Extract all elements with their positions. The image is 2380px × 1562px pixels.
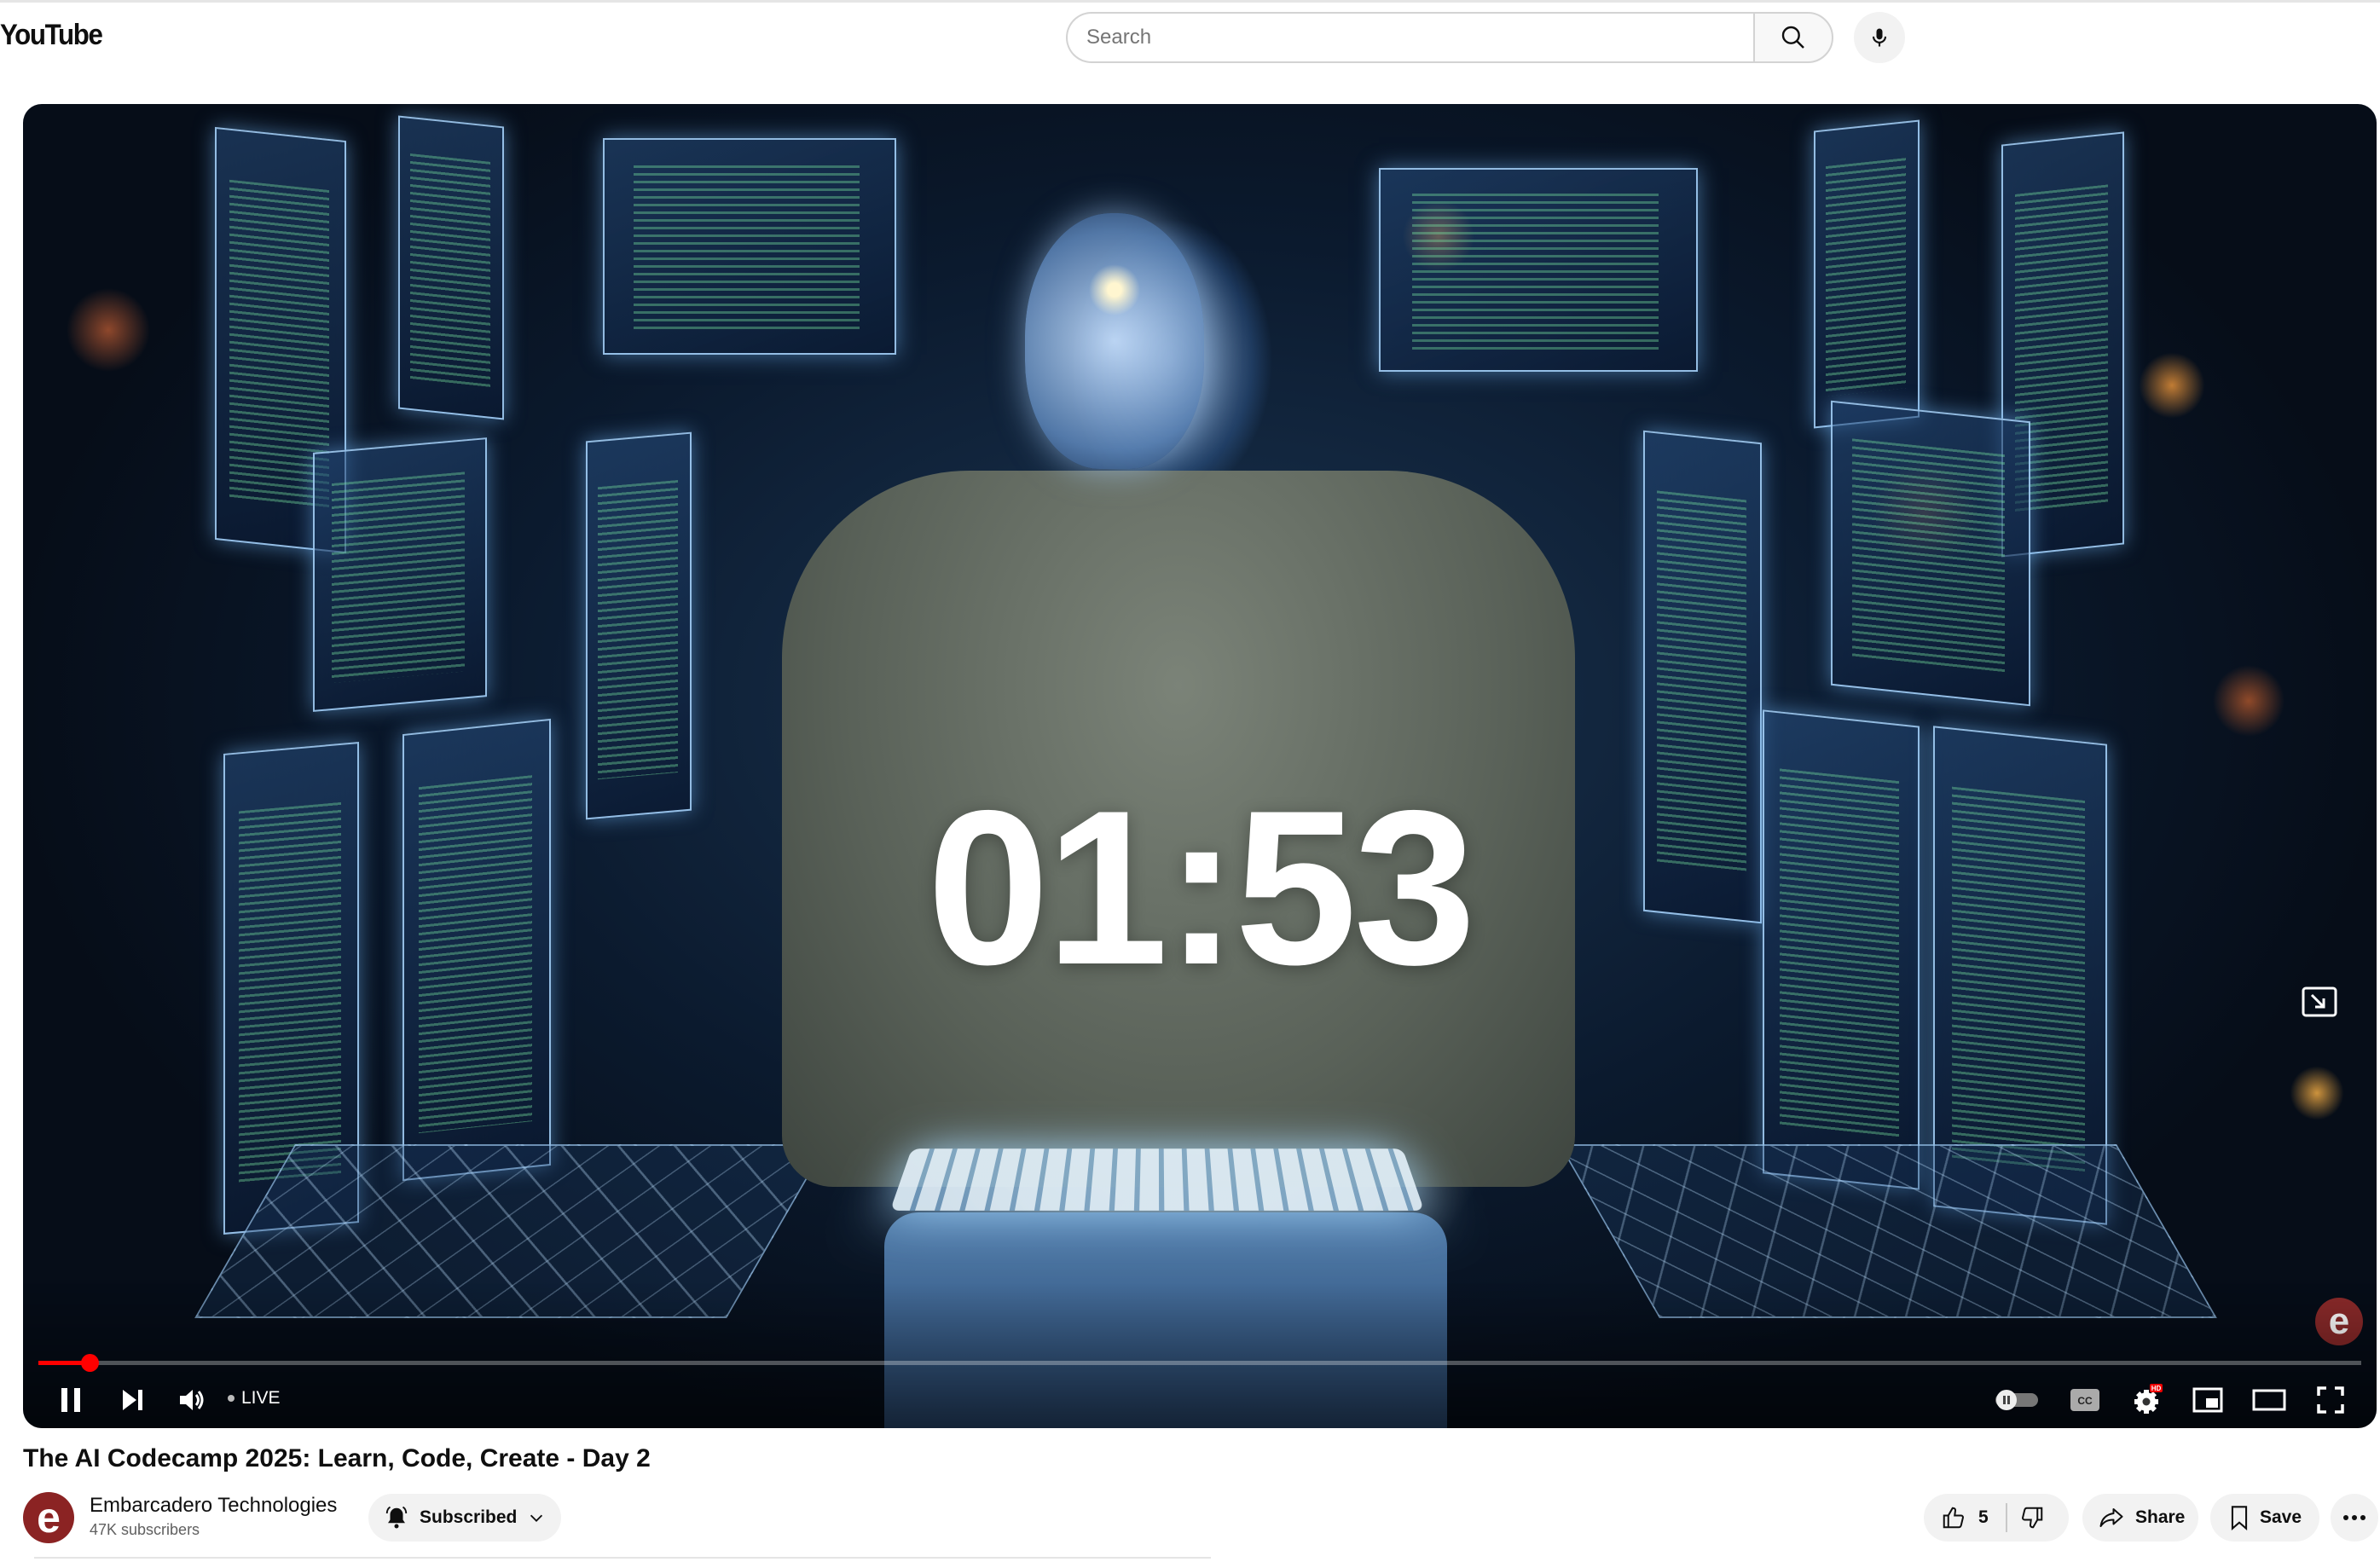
save-label: Save — [2260, 1507, 2302, 1527]
search-input[interactable] — [1066, 12, 1753, 63]
voice-search-button[interactable] — [1854, 12, 1905, 63]
skip-next-icon — [123, 1390, 142, 1410]
keyboard — [889, 1148, 1425, 1211]
section-divider — [34, 1557, 1211, 1559]
figure-head — [1025, 213, 1204, 469]
autoplay-toggle[interactable] — [1993, 1376, 2041, 1424]
search-button[interactable] — [1753, 12, 1833, 63]
microphone-icon — [1872, 28, 1887, 47]
next-button[interactable] — [108, 1376, 156, 1424]
volume-icon — [180, 1390, 204, 1410]
live-indicator[interactable]: LIVE — [228, 1388, 281, 1409]
top-border — [0, 0, 2380, 3]
like-dislike-group: 5 — [1924, 1494, 2069, 1542]
more-horizontal-icon — [2343, 1515, 2366, 1520]
hologram-panel — [1814, 119, 1920, 429]
like-button[interactable]: 5 — [1941, 1505, 1989, 1530]
hologram-panel — [313, 437, 487, 712]
gear-icon: HD — [2134, 1384, 2163, 1414]
pause-icon — [61, 1388, 80, 1412]
progress-scrubber[interactable] — [80, 1354, 99, 1372]
hologram-panel — [1831, 400, 2030, 707]
subscriber-count: 47K subscribers — [90, 1521, 200, 1538]
like-count: 5 — [1978, 1507, 1989, 1527]
save-button[interactable]: Save — [2210, 1494, 2319, 1542]
fullscreen-button[interactable] — [2307, 1376, 2354, 1424]
countdown-overlay: 01:53 — [927, 764, 1476, 1010]
live-dot — [228, 1395, 235, 1402]
thumbs-down-icon — [2021, 1507, 2042, 1529]
subscribed-label: Subscribed — [420, 1507, 518, 1527]
pause-button[interactable] — [47, 1376, 95, 1424]
subscribed-button[interactable]: Subscribed — [368, 1494, 561, 1542]
bookmark-icon — [2231, 1506, 2248, 1530]
miniplayer-expand-button[interactable] — [2302, 986, 2337, 1021]
expand-icon — [2302, 986, 2337, 1017]
miniplayer-button[interactable] — [2184, 1376, 2232, 1424]
closed-captions-icon: CC — [2070, 1389, 2099, 1411]
theater-mode-icon — [2252, 1389, 2286, 1411]
chevron-down-icon — [530, 1514, 543, 1522]
video-title: The AI Codecamp 2025: Learn, Code, Creat… — [23, 1444, 651, 1472]
autoplay-toggle-icon — [1995, 1390, 2038, 1410]
progress-bar[interactable] — [38, 1354, 2361, 1372]
share-icon — [2099, 1508, 2123, 1527]
search-bar — [1066, 12, 1833, 63]
thumbs-up-icon — [1943, 1507, 1964, 1529]
more-actions-button[interactable] — [2331, 1494, 2378, 1542]
fullscreen-icon — [2317, 1386, 2344, 1414]
svg-text:CC: CC — [2077, 1395, 2093, 1407]
like-divider — [2005, 1503, 2007, 1532]
search-icon — [1781, 26, 1804, 49]
theater-mode-button[interactable] — [2245, 1376, 2293, 1424]
dislike-button[interactable] — [2019, 1505, 2045, 1530]
channel-avatar[interactable]: e — [23, 1492, 74, 1543]
bell-icon — [385, 1506, 408, 1529]
subtitles-button[interactable]: CC — [2061, 1376, 2109, 1424]
live-label: LIVE — [241, 1388, 281, 1408]
video-player[interactable]: 01:53 e LIVE CC HD — [23, 104, 2377, 1428]
settings-button[interactable]: HD — [2122, 1376, 2170, 1424]
hd-badge: HD — [2151, 1385, 2162, 1392]
channel-name[interactable]: Embarcadero Technologies — [90, 1494, 337, 1518]
share-button[interactable]: Share — [2082, 1494, 2198, 1542]
mute-button[interactable] — [168, 1376, 216, 1424]
hologram-panel — [398, 115, 504, 420]
share-label: Share — [2135, 1507, 2186, 1527]
hologram-panel — [603, 138, 896, 355]
youtube-logo[interactable]: YouTube — [0, 19, 103, 52]
miniplayer-icon — [2192, 1387, 2223, 1413]
hologram-panel — [1379, 168, 1698, 372]
